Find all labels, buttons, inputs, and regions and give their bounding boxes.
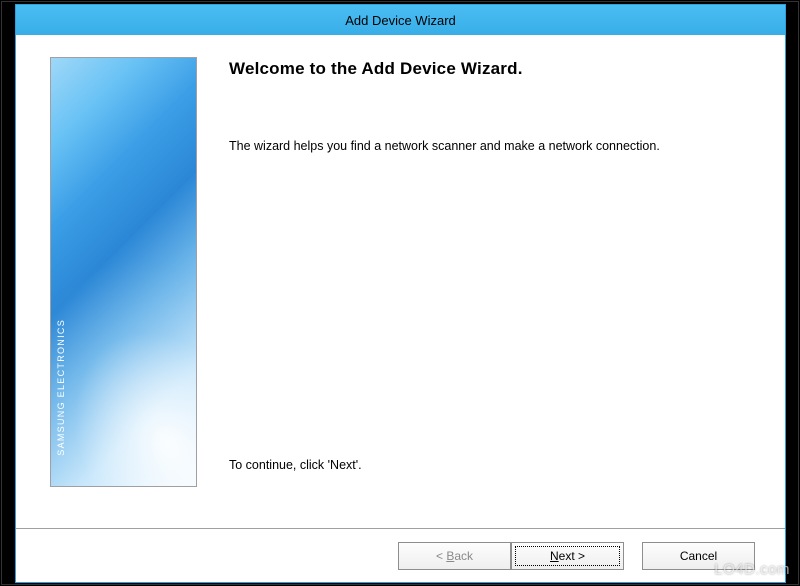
wizard-body-text: The wizard helps you find a network scan… xyxy=(229,137,761,156)
watermark: LO4D.com xyxy=(714,561,790,578)
decorative-swoosh xyxy=(50,207,197,487)
button-bar: < Back Next > Cancel xyxy=(16,528,785,582)
back-button: < Back xyxy=(398,542,511,570)
sidebar-brand-text: SAMSUNG ELECTRONICS xyxy=(56,319,66,456)
wizard-sidebar-image: SAMSUNG ELECTRONICS xyxy=(50,57,197,487)
next-button[interactable]: Next > xyxy=(511,542,624,570)
window-title: Add Device Wizard xyxy=(345,13,456,28)
wizard-continue-hint: To continue, click 'Next'. xyxy=(229,458,761,472)
wizard-heading: Welcome to the Add Device Wizard. xyxy=(229,59,761,79)
titlebar: Add Device Wizard xyxy=(16,5,785,35)
wizard-window: Add Device Wizard SAMSUNG ELECTRONICS We… xyxy=(16,5,785,582)
main-panel: Welcome to the Add Device Wizard. The wi… xyxy=(229,57,761,510)
content-area: SAMSUNG ELECTRONICS Welcome to the Add D… xyxy=(16,35,785,528)
